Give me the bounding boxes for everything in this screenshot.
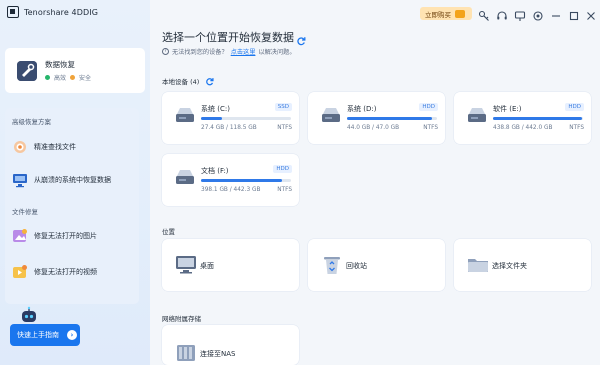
location-card-recycle-bin[interactable]: 回收站 xyxy=(308,239,445,291)
sidebar: Tenorshare 4DDIG 数据恢复 高效 安全 高级恢复方案 精准查找文… xyxy=(0,0,150,365)
image-repair-icon xyxy=(12,228,28,244)
usage-bar xyxy=(201,117,291,120)
drive-type-badge: HDD xyxy=(419,103,438,111)
local-devices-text: 本地设备 (4) xyxy=(162,78,200,86)
drive-card[interactable]: 系统 (D:) HDD 44.0 GB / 47.0 GB NTFS xyxy=(308,92,445,144)
crashed-pc-icon xyxy=(12,172,28,188)
usage-bar xyxy=(201,179,291,182)
drive-filesystem: NTFS xyxy=(277,125,292,131)
refresh-icon[interactable] xyxy=(296,31,306,46)
nas-section-label: 网络附属存储 xyxy=(162,313,201,323)
desktop-icon xyxy=(174,253,198,277)
connect-nas-card[interactable]: 连接至NAS xyxy=(162,325,299,365)
drive-size: 27.4 GB / 118.5 GB xyxy=(201,125,257,131)
hard-drive-icon xyxy=(466,106,488,124)
refresh-devices-icon[interactable] xyxy=(205,77,214,86)
sidebar-item-precise-find[interactable]: 精准查找文件 xyxy=(12,139,76,155)
drive-type-badge: HDD xyxy=(565,103,584,111)
drive-name: 软件 (E:) xyxy=(493,105,522,113)
location-section-label: 位置 xyxy=(162,226,175,236)
location-label-recycle-bin: 回收站 xyxy=(346,262,367,270)
nas-label-text: 网络附属存储 xyxy=(162,315,201,323)
data-recovery-icon xyxy=(17,60,37,81)
badge-efficient: 高效 xyxy=(54,75,67,82)
local-devices-label: 本地设备 (4) xyxy=(162,76,214,86)
video-repair-icon xyxy=(12,264,28,280)
usage-bar xyxy=(347,117,437,120)
precise-find-label: 精准查找文件 xyxy=(34,143,76,151)
usage-bar-fill xyxy=(347,117,432,120)
safe-dot-icon xyxy=(70,75,76,80)
nas-icon xyxy=(174,341,198,365)
usage-bar-fill xyxy=(493,117,583,120)
drive-filesystem: NTFS xyxy=(569,125,584,131)
logo-icon xyxy=(7,6,19,18)
data-recovery-title: 数据恢复 xyxy=(45,60,75,69)
crashed-system-label: 从崩溃的系统中恢复数据 xyxy=(34,176,111,184)
recycle-bin-icon xyxy=(320,253,344,277)
hint-link[interactable]: 点击这里 xyxy=(231,47,256,56)
page-title: 选择一个位置开始恢复数据 xyxy=(162,31,294,44)
repair-image-label: 修复无法打开的图片 xyxy=(34,232,97,240)
drive-type-badge: SSD xyxy=(274,103,292,111)
sidebar-item-repair-video[interactable]: 修复无法打开的视频 xyxy=(12,264,97,280)
folder-icon xyxy=(466,253,490,277)
drive-filesystem: NTFS xyxy=(277,187,292,193)
usage-bar xyxy=(493,117,583,120)
repair-video-label: 修复无法打开的视频 xyxy=(34,268,97,276)
question-icon: ? xyxy=(162,48,169,55)
hint-suffix: 以解决问题。 xyxy=(258,49,296,56)
drive-card[interactable]: 系统 (C:) SSD 27.4 GB / 118.5 GB NTFS xyxy=(162,92,299,144)
quick-start-guide-label: 快速上手指南 xyxy=(17,331,59,339)
main-content: 选择一个位置开始恢复数据 ? 无法找到您的设备？ 点击这里 以解决问题。 本地设备 … xyxy=(150,0,600,365)
hint-prefix: 无法找到您的设备？ xyxy=(172,49,228,56)
drive-size: 44.0 GB / 47.0 GB xyxy=(347,125,400,131)
drive-name: 文档 (F:) xyxy=(201,167,229,175)
advanced-section-label: 高级恢复方案 xyxy=(12,118,51,126)
location-card-select-folder[interactable]: 选择文件夹 xyxy=(454,239,591,291)
sidebar-item-repair-image[interactable]: 修复无法打开的图片 xyxy=(12,228,97,244)
badge-safe: 安全 xyxy=(79,75,92,82)
app-title: Tenorshare 4DDIG xyxy=(24,7,98,17)
device-hint: ? 无法找到您的设备？ 点击这里 以解决问题。 xyxy=(162,47,296,56)
location-label-select-folder: 选择文件夹 xyxy=(492,262,527,270)
drive-name: 系统 (D:) xyxy=(347,105,377,113)
robot-icon xyxy=(19,306,39,326)
location-card-desktop[interactable]: 桌面 xyxy=(162,239,299,291)
app-logo: Tenorshare 4DDIG xyxy=(7,6,98,18)
efficient-dot-icon xyxy=(45,75,50,80)
hard-drive-icon xyxy=(174,168,196,186)
quick-start-guide-button[interactable]: 快速上手指南 › xyxy=(10,324,80,346)
usage-bar-fill xyxy=(201,179,282,182)
drive-size: 438.8 GB / 442.0 GB xyxy=(493,125,553,131)
location-label-text: 位置 xyxy=(162,228,175,236)
connect-nas-label: 连接至NAS xyxy=(200,350,236,358)
drive-size: 398.1 GB / 442.3 GB xyxy=(201,187,261,193)
target-icon xyxy=(12,139,28,155)
drive-card[interactable]: 文档 (F:) HDD 398.1 GB / 442.3 GB NTFS xyxy=(162,154,299,206)
drive-type-badge: HDD xyxy=(273,165,292,173)
hard-drive-icon xyxy=(174,106,196,124)
file-repair-section-label: 文件修复 xyxy=(12,208,38,216)
usage-bar-fill xyxy=(201,117,222,120)
location-label-desktop: 桌面 xyxy=(200,262,214,270)
drive-name: 系统 (C:) xyxy=(201,105,230,113)
arrow-right-icon: › xyxy=(67,330,77,340)
sidebar-item-data-recovery[interactable]: 数据恢复 高效 安全 xyxy=(5,48,145,93)
sidebar-item-crashed-system[interactable]: 从崩溃的系统中恢复数据 xyxy=(12,172,111,188)
drive-filesystem: NTFS xyxy=(423,125,438,131)
drive-card[interactable]: 软件 (E:) HDD 438.8 GB / 442.0 GB NTFS xyxy=(454,92,591,144)
hard-drive-icon xyxy=(320,106,342,124)
